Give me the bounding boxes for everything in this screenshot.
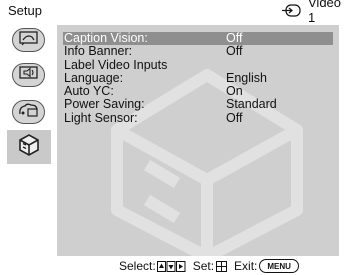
menu-item-label: Power Saving:	[64, 97, 145, 112]
menu-title: Setup	[8, 3, 42, 18]
menu-item-value: On	[226, 84, 243, 99]
picture-icon	[18, 30, 40, 51]
menu-item-info-banner[interactable]: Info Banner: Off	[63, 44, 333, 59]
input-label: Video 1	[308, 0, 342, 25]
enter-key-icon	[216, 260, 228, 272]
menu-item-label: Auto YC:	[64, 84, 114, 99]
menu-item-light-sensor[interactable]: Light Sensor: Off	[63, 110, 333, 125]
input-indicator: Video 1	[281, 0, 346, 25]
menu-item-label: Label Video Inputs	[64, 57, 168, 72]
setup-menu-screen: Setup Video 1 Caption Vision: Off Info B…	[0, 0, 346, 275]
menu-item-value: Off	[226, 31, 243, 45]
tab-setup[interactable]	[7, 130, 51, 164]
menu-item-value: Off	[226, 44, 243, 59]
settings-panel: Caption Vision: Off Info Banner: Off Lab…	[57, 25, 339, 256]
arrow-keys-icon	[156, 260, 186, 272]
exit-label: Exit:	[234, 259, 258, 273]
channel-icon	[17, 102, 41, 123]
menu-item-language[interactable]: Language: English	[63, 70, 333, 85]
exit-hint: Exit: MENU	[234, 259, 299, 273]
footer-guide: Select: Set: Exit: MENU	[0, 257, 346, 275]
setup-icon	[16, 132, 42, 163]
set-label: Set:	[192, 259, 215, 273]
menu-item-value: English	[226, 70, 267, 85]
menu-item-auto-yc[interactable]: Auto YC: On	[63, 84, 333, 99]
tab-picture[interactable]	[12, 28, 45, 52]
menu-item-label: Light Sensor:	[64, 110, 138, 125]
menu-item-value: Standard	[226, 97, 277, 112]
menu-item-value: Off	[226, 110, 243, 125]
tab-sound[interactable]	[12, 63, 45, 87]
tab-channel[interactable]	[12, 100, 45, 124]
menu-item-power-saving[interactable]: Power Saving: Standard	[63, 97, 333, 112]
input-arrow-icon	[281, 3, 303, 17]
menu-item-label: Info Banner:	[64, 44, 133, 59]
menu-item-label: Language:	[64, 70, 124, 85]
menu-item-label: Caption Vision:	[64, 31, 148, 45]
menu-item-label-video-inputs[interactable]: Label Video Inputs	[63, 57, 333, 72]
menu-key-icon: MENU	[259, 259, 299, 273]
settings-menu-list: Caption Vision: Off Info Banner: Off Lab…	[63, 31, 333, 125]
sound-icon	[18, 65, 40, 86]
select-hint: Select:	[119, 259, 186, 273]
menu-category-sidebar	[0, 24, 57, 256]
select-label: Select:	[119, 259, 156, 273]
menu-item-caption-vision[interactable]: Caption Vision: Off	[63, 31, 333, 46]
set-hint: Set:	[192, 259, 228, 273]
